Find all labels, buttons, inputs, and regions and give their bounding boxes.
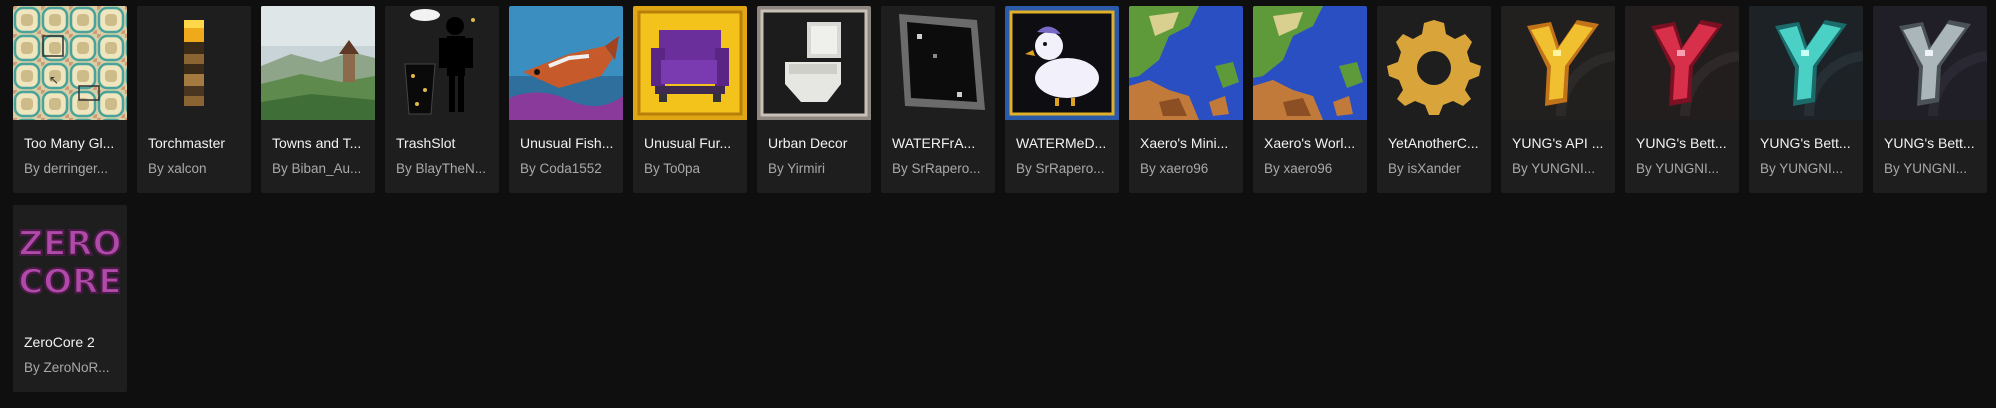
- svg-text:↖: ↖: [49, 73, 59, 87]
- mod-author: By BlayTheN...: [396, 161, 487, 176]
- svg-text:CORE: CORE: [18, 262, 121, 302]
- mod-name: WATERFrA...: [892, 135, 976, 151]
- mod-name: ZeroCore 2: [24, 334, 95, 350]
- mod-name: Too Many Gl...: [24, 135, 115, 151]
- mod-card[interactable]: ZERO CORE ZeroCore 2 By ZeroNoR...: [13, 205, 127, 392]
- mod-card[interactable]: WATERFrA... By SrRapero...: [881, 6, 995, 193]
- mod-author: By YUNGNI...: [1636, 161, 1720, 176]
- mod-card[interactable]: ↖ Too Many Gl... By derringer...: [13, 6, 127, 193]
- trash-figure-icon: [385, 6, 499, 120]
- duck-icon: [1005, 6, 1119, 120]
- torch-icon: [137, 6, 251, 120]
- map-icon: [1253, 6, 1367, 120]
- mod-name: Unusual Fish...: [520, 135, 614, 151]
- mod-author: By To0pa: [644, 161, 701, 176]
- mod-card[interactable]: YetAnotherC... By isXander: [1377, 6, 1491, 193]
- mod-author: By YUNGNI...: [1760, 161, 1844, 176]
- frame-icon: [881, 6, 995, 120]
- mod-author: By SrRapero...: [892, 161, 981, 176]
- mod-card[interactable]: Towns and T... By Biban_Au...: [261, 6, 375, 193]
- mod-card[interactable]: TrashSlot By BlayTheN...: [385, 6, 499, 193]
- svg-text:ZERO: ZERO: [19, 224, 122, 264]
- gear-icon: [1377, 6, 1491, 120]
- mod-author: By xaero96: [1140, 161, 1209, 176]
- mod-card[interactable]: Unusual Fish... By Coda1552: [509, 6, 623, 193]
- mod-author: By Coda1552: [520, 161, 602, 176]
- yung-silver-icon: [1873, 6, 1987, 120]
- mod-grid: ↖ Too Many Gl... By derringer... Torchma…: [13, 6, 1993, 392]
- mod-author: By YUNGNI...: [1884, 161, 1968, 176]
- armchair-icon: [633, 6, 747, 120]
- mod-author: By ZeroNoR...: [24, 360, 110, 375]
- glass-pattern-icon: ↖: [13, 6, 127, 120]
- mod-name: Xaero's Worl...: [1264, 135, 1356, 151]
- mod-card[interactable]: YUNG's API ... By YUNGNI...: [1501, 6, 1615, 193]
- mod-author: By xaero96: [1264, 161, 1333, 176]
- mod-card[interactable]: Xaero's Worl... By xaero96: [1253, 6, 1367, 193]
- mod-author: By SrRapero...: [1016, 161, 1105, 176]
- mod-author: By Yirmiri: [768, 161, 825, 176]
- toilet-icon: [757, 6, 871, 120]
- zerocore-logo-icon: ZERO CORE: [13, 205, 127, 319]
- mod-name: Unusual Fur...: [644, 135, 732, 151]
- mod-card[interactable]: YUNG's Bett... By YUNGNI...: [1749, 6, 1863, 193]
- mod-name: TrashSlot: [396, 135, 456, 151]
- mod-card[interactable]: YUNG's Bett... By YUNGNI...: [1873, 6, 1987, 193]
- mod-card[interactable]: Unusual Fur... By To0pa: [633, 6, 747, 193]
- mod-name: Xaero's Mini...: [1140, 135, 1229, 151]
- mod-card[interactable]: Xaero's Mini... By xaero96: [1129, 6, 1243, 193]
- mod-card[interactable]: WATERMeD... By SrRapero...: [1005, 6, 1119, 193]
- mod-name: YUNG's Bett...: [1884, 135, 1975, 151]
- mod-author: By Biban_Au...: [272, 161, 362, 176]
- mod-author: By xalcon: [148, 161, 207, 176]
- map-icon: [1129, 6, 1243, 120]
- mod-name: Towns and T...: [272, 135, 362, 151]
- yung-red-icon: [1625, 6, 1739, 120]
- mod-card[interactable]: Urban Decor By Yirmiri: [757, 6, 871, 193]
- mod-author: By YUNGNI...: [1512, 161, 1596, 176]
- landscape-icon: [261, 6, 375, 120]
- mod-name: YUNG's Bett...: [1760, 135, 1851, 151]
- mod-name: YUNG's Bett...: [1636, 135, 1727, 151]
- yung-teal-icon: [1749, 6, 1863, 120]
- mod-name: Urban Decor: [768, 135, 848, 151]
- mod-card[interactable]: Torchmaster By xalcon: [137, 6, 251, 193]
- mod-author: By isXander: [1388, 161, 1461, 176]
- mod-author: By derringer...: [24, 161, 109, 176]
- mod-card[interactable]: YUNG's Bett... By YUNGNI...: [1625, 6, 1739, 193]
- mod-name: YUNG's API ...: [1512, 135, 1604, 151]
- mod-name: WATERMeD...: [1016, 135, 1107, 151]
- mod-name: YetAnotherC...: [1388, 135, 1479, 151]
- fish-icon: [509, 6, 623, 120]
- mod-name: Torchmaster: [148, 135, 226, 151]
- yung-gold-icon: [1501, 6, 1615, 120]
